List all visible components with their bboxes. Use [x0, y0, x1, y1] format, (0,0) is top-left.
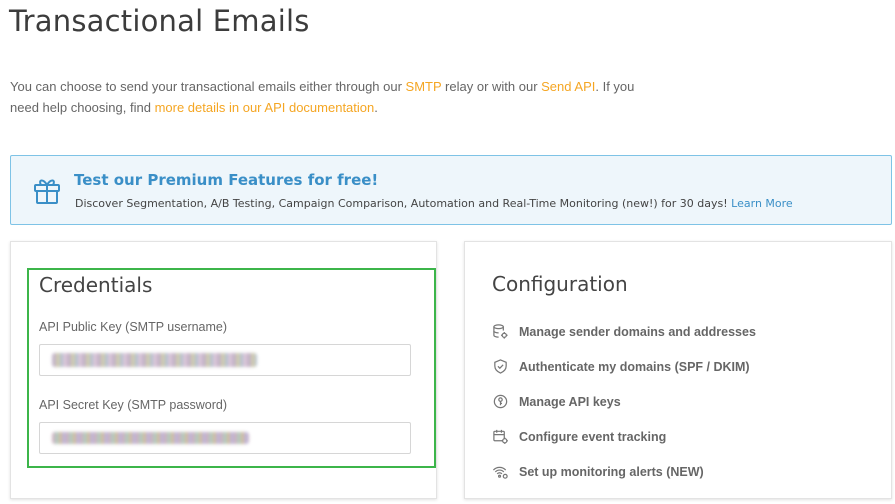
config-item-label: Set up monitoring alerts (NEW) — [519, 464, 704, 479]
page-title: Transactional Emails — [9, 4, 310, 38]
intro-text-part: You can choose to send your transactiona… — [10, 79, 406, 94]
api-secret-key-label: API Secret Key (SMTP password) — [39, 398, 228, 412]
configuration-list: Manage sender domains and addresses Auth… — [491, 314, 756, 489]
intro-text-part: relay or with our — [441, 79, 542, 94]
configuration-title: Configuration — [492, 272, 628, 296]
promo-text: Discover Segmentation, A/B Testing, Camp… — [75, 197, 793, 210]
api-public-key-label: API Public Key (SMTP username) — [39, 320, 228, 334]
config-item-api-keys[interactable]: Manage API keys — [491, 384, 756, 419]
config-item-sender-domains[interactable]: Manage sender domains and addresses — [491, 314, 756, 349]
credentials-highlight: Credentials API Public Key (SMTP usernam… — [27, 268, 436, 468]
config-item-monitoring-alerts[interactable]: Set up monitoring alerts (NEW) — [491, 454, 756, 489]
shield-check-icon — [491, 358, 509, 376]
config-item-authenticate-domains[interactable]: Authenticate my domains (SPF / DKIM) — [491, 349, 756, 384]
config-item-label: Manage API keys — [519, 394, 621, 409]
learn-more-link[interactable]: Learn More — [731, 197, 793, 210]
redacted-value — [52, 432, 249, 444]
send-api-link[interactable]: Send API — [541, 79, 595, 94]
database-gear-icon — [491, 323, 509, 341]
gift-icon — [33, 175, 61, 205]
api-secret-key-field[interactable] — [39, 422, 411, 454]
signal-gear-icon — [491, 463, 509, 481]
promo-description: Discover Segmentation, A/B Testing, Camp… — [75, 197, 732, 210]
config-item-label: Configure event tracking — [519, 429, 667, 444]
intro-text: You can choose to send your transactiona… — [10, 77, 660, 118]
config-item-label: Manage sender domains and addresses — [519, 324, 756, 339]
key-circle-icon — [491, 393, 509, 411]
config-item-event-tracking[interactable]: Configure event tracking — [491, 419, 756, 454]
api-docs-link[interactable]: more details in our API documentation — [155, 100, 375, 115]
redacted-value — [52, 353, 257, 367]
api-public-key-field[interactable] — [39, 344, 411, 376]
credentials-card: Credentials API Public Key (SMTP usernam… — [10, 241, 437, 499]
smtp-link[interactable]: SMTP — [406, 79, 442, 94]
premium-promo-banner: Test our Premium Features for free! Disc… — [10, 155, 892, 225]
calendar-gear-icon — [491, 428, 509, 446]
intro-text-part: . — [374, 99, 378, 115]
promo-title: Test our Premium Features for free! — [74, 171, 379, 189]
credentials-title: Credentials — [39, 273, 153, 297]
config-item-label: Authenticate my domains (SPF / DKIM) — [519, 359, 750, 374]
configuration-card: Configuration Manage sender domains and … — [464, 241, 892, 499]
